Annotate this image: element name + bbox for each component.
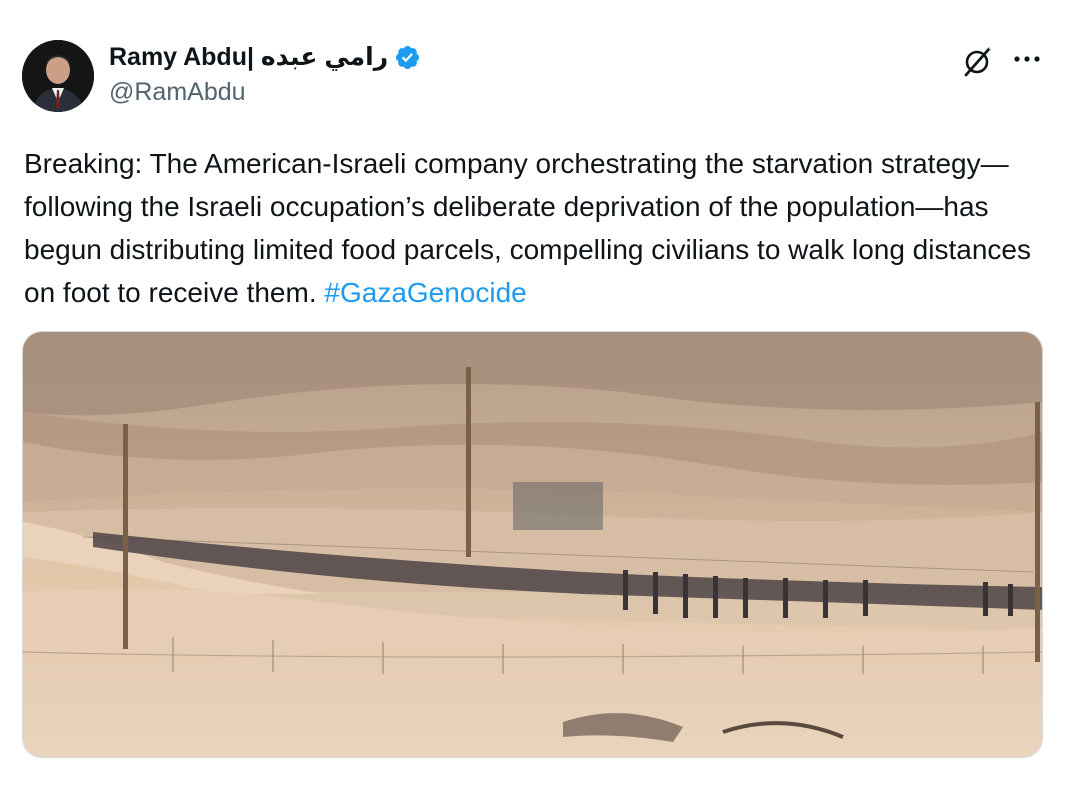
tweet-media-photo[interactable] — [22, 331, 1043, 758]
tweet-body: Breaking: The American-Israeli company o… — [24, 148, 1031, 308]
profile-photo-icon — [22, 40, 94, 112]
author-handle[interactable]: @RamAbdu — [109, 78, 246, 107]
avatar[interactable] — [22, 40, 94, 112]
author-name-row: Ramy Abdu| رامي عبده — [109, 42, 421, 72]
more-dots-icon[interactable] — [1012, 47, 1042, 71]
verified-badge-icon — [396, 45, 420, 69]
grok-icon[interactable] — [960, 45, 994, 79]
tweet-card: Ramy Abdu| رامي عبده @RamAbdu Breaking: … — [0, 0, 1068, 794]
photo-image — [23, 332, 1042, 757]
hashtag-link[interactable]: #GazaGenocide — [324, 277, 526, 308]
tweet-text: Breaking: The American-Israeli company o… — [24, 142, 1048, 314]
display-name[interactable]: Ramy Abdu| رامي عبده — [109, 42, 388, 72]
